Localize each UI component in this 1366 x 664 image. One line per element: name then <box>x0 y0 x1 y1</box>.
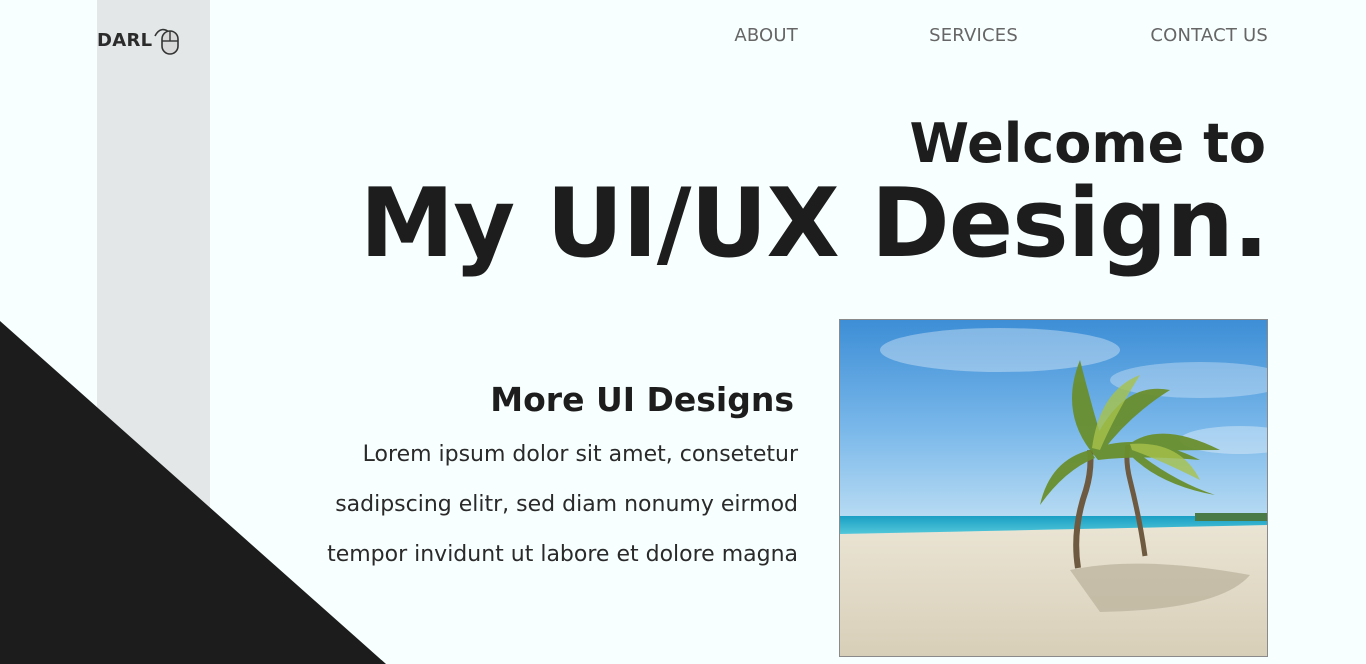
section-body: Lorem ipsum dolor sit amet, consetetur s… <box>327 430 798 580</box>
body-line: sadipscing elitr, sed diam nonumy eirmod <box>335 492 798 517</box>
nav-contact-us[interactable]: CONTACT US <box>1150 25 1268 46</box>
logo[interactable]: DARL <box>97 22 183 58</box>
body-line: tempor invidunt ut labore et dolore magn… <box>327 542 798 567</box>
nav-services[interactable]: SERVICES <box>929 25 1018 46</box>
computer-mouse-icon <box>154 28 180 55</box>
nav-about[interactable]: ABOUT <box>734 25 798 46</box>
section-title: More UI Designs <box>490 380 794 419</box>
hero-headline: My UI/UX Design. <box>359 169 1269 279</box>
palm-trees-beach-photo <box>839 319 1268 657</box>
body-line: Lorem ipsum dolor sit amet, consetetur <box>362 442 798 467</box>
logo-text: DARL <box>97 29 153 51</box>
